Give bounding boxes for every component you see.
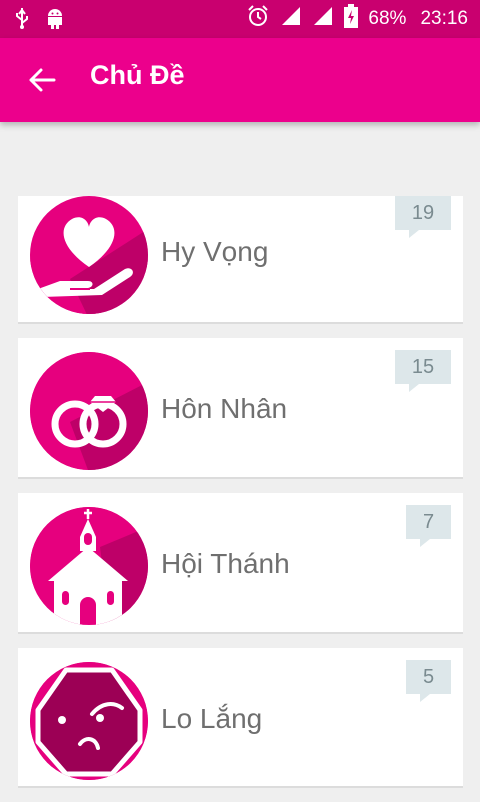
usb-icon [14,6,30,35]
topic-card-hon-nhan[interactable]: Hôn Nhân 15 [18,338,463,479]
alarm-icon [246,4,270,34]
count-badge: 7 [406,505,451,547]
signal-icon [280,5,302,33]
battery-percent: 68% [368,8,407,29]
back-button[interactable] [24,62,60,98]
count-badge: 15 [395,350,451,392]
topic-label: Hội Thánh [161,548,290,579]
church-icon [30,507,148,625]
topic-card-hy-vong[interactable]: Hy Vọng 19 [18,196,463,324]
app-bar: Chủ Đề [0,38,480,122]
status-bar: 68% 23:16 [0,0,480,38]
signal-icon [312,5,334,33]
arrow-left-icon [29,68,56,92]
heart-in-hand-icon [30,196,148,314]
android-icon [44,6,66,35]
page-title: Chủ Đề [90,60,185,90]
worried-face-icon [30,662,148,780]
wedding-rings-icon [30,352,148,470]
battery-charging-icon [344,4,359,34]
topic-label: Hôn Nhân [161,393,288,424]
count-badge: 19 [395,196,451,238]
topic-label: Lo Lắng [161,703,263,734]
topic-label: Hy Vọng [161,236,269,267]
topic-card-lo-lang[interactable]: Lo Lắng 5 [18,648,463,788]
topic-card-hoi-thanh[interactable]: Hội Thánh 7 [18,493,463,634]
topic-list: Hy Vọng 19 Hôn Nhân 15 Hội Thánh 7 Lo Lắ… [18,196,463,802]
count-badge: 5 [406,660,451,702]
clock: 23:16 [420,8,468,29]
